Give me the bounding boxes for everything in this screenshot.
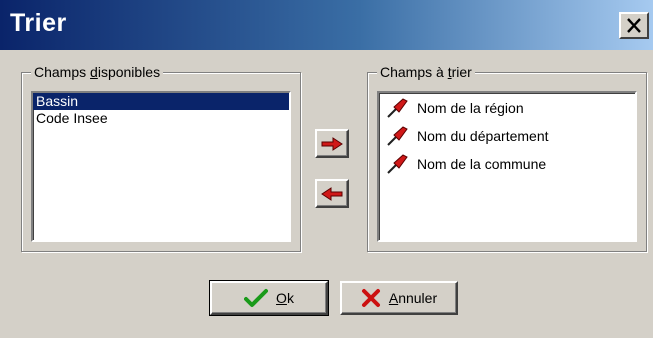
sort-field-label: Nom du département: [417, 128, 549, 144]
cancel-label: Annuler: [388, 290, 438, 306]
sort-dialog: Trier Champs disponibles Bassin Code Ins…: [0, 0, 653, 338]
list-item[interactable]: Nom de la région: [379, 94, 635, 122]
available-fields-list[interactable]: Bassin Code Insee: [31, 91, 291, 242]
close-icon: [627, 18, 641, 33]
sort-fields-label: Champs à trier: [377, 64, 475, 80]
sort-fields-list[interactable]: Nom de la région Nom du département Nom …: [377, 91, 637, 242]
list-item[interactable]: Nom de la commune: [379, 150, 635, 178]
arrow-right-icon: [321, 136, 343, 151]
list-item[interactable]: Nom du département: [379, 122, 635, 150]
window-title: Trier: [10, 9, 67, 37]
checkmark-icon: [244, 289, 269, 307]
list-item[interactable]: Bassin: [33, 93, 289, 110]
pin-icon: [387, 98, 408, 118]
pin-icon: [387, 154, 408, 174]
ok-button[interactable]: Ok: [209, 280, 329, 316]
available-fields-label: Champs disponibles: [31, 64, 164, 80]
cross-icon: [361, 289, 380, 307]
cancel-button[interactable]: Annuler: [340, 281, 458, 315]
arrow-left-icon: [321, 186, 343, 201]
remove-field-button[interactable]: [315, 179, 349, 208]
ok-label: Ok: [276, 290, 294, 306]
pin-icon: [387, 126, 408, 146]
close-button[interactable]: [619, 12, 649, 39]
add-field-button[interactable]: [315, 129, 349, 158]
list-item[interactable]: Code Insee: [33, 110, 289, 127]
title-bar: Trier: [0, 0, 653, 50]
sort-field-label: Nom de la région: [417, 100, 524, 116]
sort-field-label: Nom de la commune: [417, 156, 547, 172]
